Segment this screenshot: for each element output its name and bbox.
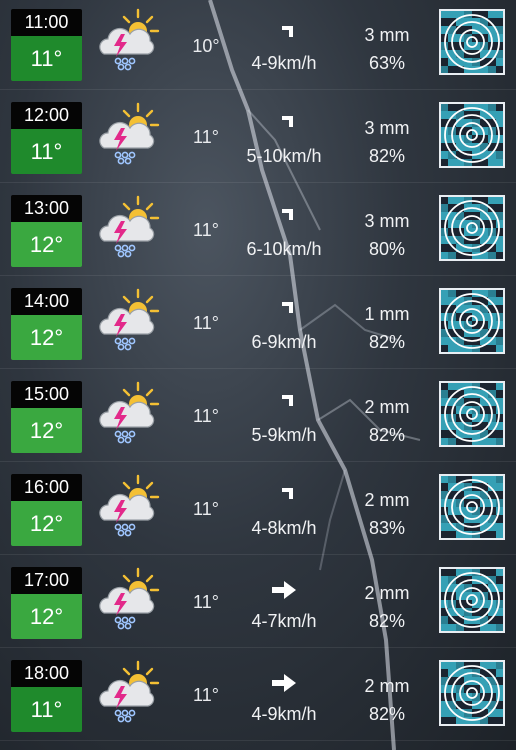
precipitation-amount: 2 mm: [364, 583, 410, 603]
forecast-row[interactable]: 17:00 12° 11° 4-7km/h 2 mm 82%: [0, 555, 516, 648]
precipitation-probability: 80%: [368, 239, 406, 259]
temperature-value: 12°: [11, 315, 82, 360]
wind-arrow-icon: [269, 20, 299, 50]
time-temp-box: 13:00 12°: [11, 195, 82, 267]
time-temp-box: 12:00 11°: [11, 102, 82, 174]
thunderstorm-sun-icon: [94, 195, 164, 261]
feels-like-temp: 10°: [192, 36, 220, 56]
hour-label: 11:00: [11, 9, 82, 36]
forecast-row[interactable]: 11:00 11° 10° 4-9km/h 3 mm 63%: [0, 0, 516, 90]
precipitation-probability: 83%: [368, 518, 406, 538]
time-temp-box: 17:00 12°: [11, 567, 82, 639]
wind-speed: 4-9km/h: [251, 704, 317, 724]
thunderstorm-sun-icon: [94, 102, 164, 168]
hour-label: 16:00: [11, 474, 82, 501]
thunderstorm-sun-icon: [94, 8, 164, 74]
feels-like-temp: 11°: [193, 313, 219, 333]
thunderstorm-sun-icon: [94, 567, 164, 633]
precipitation-amount: 1 mm: [364, 304, 410, 324]
time-temp-box: 15:00 12°: [11, 381, 82, 453]
feels-like-temp: 11°: [193, 685, 219, 705]
hour-label: 15:00: [11, 381, 82, 408]
wind-arrow-icon: [269, 575, 299, 605]
feels-like-temp: 11°: [193, 592, 219, 612]
wind-arrow-icon: [269, 110, 299, 140]
hour-label: 17:00: [11, 567, 82, 594]
temperature-value: 11°: [11, 36, 82, 81]
precipitation-probability: 63%: [368, 53, 406, 73]
precipitation-probability: 82%: [368, 611, 406, 631]
forecast-row[interactable]: 12:00 11° 11° 5-10km/h 3 mm 82%: [0, 90, 516, 183]
radar-icon[interactable]: [439, 381, 505, 447]
precipitation-probability: 82%: [368, 425, 406, 445]
radar-icon[interactable]: [439, 195, 505, 261]
precipitation-probability: 82%: [368, 704, 406, 724]
hour-label: 14:00: [11, 288, 82, 315]
wind-speed: 4-8km/h: [251, 518, 317, 538]
radar-icon[interactable]: [439, 102, 505, 168]
precipitation-probability: 82%: [368, 332, 406, 352]
temperature-value: 12°: [11, 408, 82, 453]
wind-arrow-icon: [269, 389, 299, 419]
forecast-row[interactable]: 14:00 12° 11° 6-9km/h 1 mm 82%: [0, 276, 516, 369]
radar-icon[interactable]: [439, 474, 505, 540]
wind-arrow-icon: [269, 482, 299, 512]
temperature-value: 11°: [11, 129, 82, 174]
wind-speed: 6-9km/h: [251, 332, 317, 352]
thunderstorm-sun-icon: [94, 288, 164, 354]
time-temp-box: 16:00 12°: [11, 474, 82, 546]
thunderstorm-sun-icon: [94, 381, 164, 447]
wind-speed: 4-9km/h: [251, 53, 317, 73]
temperature-value: 12°: [11, 501, 82, 546]
precipitation-amount: 2 mm: [364, 676, 410, 696]
feels-like-temp: 11°: [193, 127, 219, 147]
hour-label: 13:00: [11, 195, 82, 222]
precipitation-amount: 2 mm: [364, 490, 410, 510]
time-temp-box: 11:00 11°: [11, 9, 82, 81]
wind-arrow-icon: [269, 203, 299, 233]
temperature-value: 11°: [11, 687, 82, 732]
forecast-row[interactable]: 16:00 12° 11° 4-8km/h 2 mm 83%: [0, 462, 516, 555]
temperature-value: 12°: [11, 594, 82, 639]
wind-speed: 5-10km/h: [246, 146, 322, 166]
hourly-forecast-list: 11:00 11° 10° 4-9km/h 3 mm 63% 12:00 11°…: [0, 0, 516, 741]
feels-like-temp: 11°: [193, 406, 219, 426]
radar-icon[interactable]: [439, 567, 505, 633]
precipitation-amount: 2 mm: [364, 397, 410, 417]
time-temp-box: 18:00 11°: [11, 660, 82, 732]
wind-speed: 4-7km/h: [251, 611, 317, 631]
radar-icon[interactable]: [439, 288, 505, 354]
forecast-row[interactable]: 13:00 12° 11° 6-10km/h 3 mm 80%: [0, 183, 516, 276]
feels-like-temp: 11°: [193, 499, 219, 519]
wind-arrow-icon: [269, 296, 299, 326]
precipitation-amount: 3 mm: [364, 25, 410, 45]
time-temp-box: 14:00 12°: [11, 288, 82, 360]
precipitation-amount: 3 mm: [364, 211, 410, 231]
wind-speed: 5-9km/h: [251, 425, 317, 445]
radar-icon[interactable]: [439, 9, 505, 75]
precipitation-amount: 3 mm: [364, 118, 410, 138]
forecast-row[interactable]: 15:00 12° 11° 5-9km/h 2 mm 82%: [0, 369, 516, 462]
hour-label: 18:00: [11, 660, 82, 687]
precipitation-probability: 82%: [368, 146, 406, 166]
wind-speed: 6-10km/h: [246, 239, 322, 259]
temperature-value: 12°: [11, 222, 82, 267]
thunderstorm-sun-icon: [94, 660, 164, 726]
thunderstorm-sun-icon: [94, 474, 164, 540]
hour-label: 12:00: [11, 102, 82, 129]
feels-like-temp: 11°: [193, 220, 219, 240]
radar-icon[interactable]: [439, 660, 505, 726]
wind-arrow-icon: [269, 668, 299, 698]
forecast-row[interactable]: 18:00 11° 11° 4-9km/h 2 mm 82%: [0, 648, 516, 741]
